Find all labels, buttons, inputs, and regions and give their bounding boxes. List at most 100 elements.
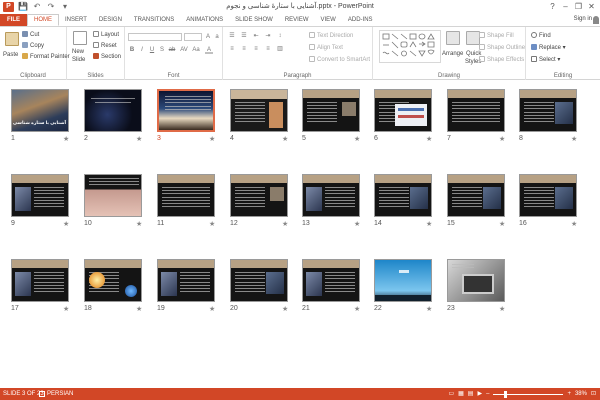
- slide-thumbnail[interactable]: [302, 174, 360, 217]
- slide-thumbnail[interactable]: [157, 89, 215, 132]
- customize-qat-icon[interactable]: ▾: [60, 2, 70, 12]
- tab-slide-show[interactable]: SLIDE SHOW: [229, 14, 279, 26]
- paste-button[interactable]: Paste: [3, 51, 18, 59]
- copy-button[interactable]: Copy: [22, 42, 44, 50]
- select-button[interactable]: Select ▾: [531, 56, 560, 64]
- slide-thumbnail[interactable]: [519, 89, 577, 132]
- layout-button[interactable]: Layout: [93, 31, 119, 39]
- underline-button[interactable]: U: [148, 46, 156, 54]
- slide-thumbnail[interactable]: [84, 259, 142, 302]
- shape-effects-button[interactable]: Shape Effects: [479, 56, 524, 64]
- justify-icon[interactable]: ≡: [264, 45, 272, 53]
- increase-indent-icon[interactable]: ⇥: [264, 32, 272, 40]
- transition-star-icon[interactable]: ★: [499, 220, 505, 228]
- bold-button[interactable]: B: [128, 46, 136, 54]
- grow-font-button[interactable]: A: [204, 33, 212, 41]
- transition-star-icon[interactable]: ★: [136, 305, 142, 313]
- transition-star-icon[interactable]: ★: [282, 305, 288, 313]
- cut-button[interactable]: Cut: [22, 31, 39, 39]
- transition-star-icon[interactable]: ★: [209, 305, 215, 313]
- tab-add-ins[interactable]: ADD-INS: [342, 14, 379, 26]
- convert-smartart-button[interactable]: Convert to SmartArt: [309, 56, 370, 64]
- language-indicator[interactable]: PERSIAN: [47, 388, 73, 400]
- slide-thumbnail[interactable]: [519, 174, 577, 217]
- zoom-thumb[interactable]: [504, 390, 508, 398]
- slide-thumbnail[interactable]: [11, 259, 69, 302]
- columns-icon[interactable]: ▥: [276, 45, 284, 53]
- arrange-button[interactable]: Arrange: [442, 50, 463, 58]
- slide-thumbnail[interactable]: [374, 174, 432, 217]
- transition-star-icon[interactable]: ★: [63, 220, 69, 228]
- tab-home[interactable]: HOME: [27, 14, 59, 26]
- proofing-icon[interactable]: [39, 391, 45, 397]
- format-painter-button[interactable]: Format Painter: [22, 53, 70, 61]
- tab-transitions[interactable]: TRANSITIONS: [128, 14, 180, 26]
- align-right-icon[interactable]: ≡: [252, 45, 260, 53]
- transition-star-icon[interactable]: ★: [499, 135, 505, 143]
- transition-star-icon[interactable]: ★: [354, 305, 360, 313]
- transition-star-icon[interactable]: ★: [571, 220, 577, 228]
- tab-review[interactable]: REVIEW: [279, 14, 315, 26]
- slide-thumbnail[interactable]: [84, 174, 142, 217]
- transition-star-icon[interactable]: ★: [426, 305, 432, 313]
- zoom-slider[interactable]: [493, 390, 564, 398]
- slide-thumbnail[interactable]: [11, 174, 69, 217]
- transition-star-icon[interactable]: ★: [571, 135, 577, 143]
- bullets-icon[interactable]: ☰: [228, 32, 236, 40]
- replace-button[interactable]: Replace ▾: [531, 44, 566, 52]
- font-color-button[interactable]: A: [205, 46, 213, 54]
- slide-thumbnail[interactable]: [230, 89, 288, 132]
- transition-star-icon[interactable]: ★: [282, 220, 288, 228]
- section-button[interactable]: Section: [93, 53, 121, 61]
- shrink-font-button[interactable]: a: [213, 33, 221, 41]
- slide-thumbnail[interactable]: [157, 259, 215, 302]
- slide-thumbnail[interactable]: [302, 259, 360, 302]
- transition-star-icon[interactable]: ★: [209, 220, 215, 228]
- redo-icon[interactable]: ↷: [46, 2, 56, 12]
- transition-star-icon[interactable]: ★: [426, 135, 432, 143]
- italic-button[interactable]: I: [138, 46, 146, 54]
- tab-view[interactable]: VIEW: [315, 14, 342, 26]
- shadow-button[interactable]: S: [158, 46, 166, 54]
- shape-fill-button[interactable]: Shape Fill: [479, 32, 514, 40]
- slide-thumbnail[interactable]: [230, 174, 288, 217]
- font-size-combo[interactable]: [184, 33, 202, 41]
- slide-thumbnail[interactable]: آشنایی با ستاره شناسی و نجوم: [11, 89, 69, 132]
- slide-thumbnail[interactable]: [447, 174, 505, 217]
- numbering-icon[interactable]: ☰: [240, 32, 248, 40]
- slide-thumbnail[interactable]: [302, 89, 360, 132]
- sign-in-link[interactable]: Sign in: [574, 16, 592, 22]
- undo-icon[interactable]: ↶: [32, 2, 42, 12]
- slide-thumbnail[interactable]: [374, 89, 432, 132]
- slide-thumbnail[interactable]: [230, 259, 288, 302]
- close-button[interactable]: ✕: [585, 1, 598, 12]
- slide-thumbnail[interactable]: [374, 259, 432, 302]
- transition-star-icon[interactable]: ★: [426, 220, 432, 228]
- restore-button[interactable]: ❐: [572, 1, 585, 12]
- shape-outline-button[interactable]: Shape Outline: [479, 44, 525, 52]
- case-button[interactable]: Aa: [192, 46, 200, 54]
- new-slide-button-label2[interactable]: Slide: [72, 56, 85, 64]
- slide-sorter-view-icon[interactable]: ▦: [458, 388, 464, 400]
- slide-thumbnail[interactable]: [84, 89, 142, 132]
- line-spacing-icon[interactable]: ↕: [276, 32, 284, 40]
- tab-animations[interactable]: ANIMATIONS: [180, 14, 229, 26]
- new-slide-button[interactable]: New: [72, 48, 84, 56]
- find-button[interactable]: Find: [531, 32, 551, 40]
- zoom-in-button[interactable]: +: [567, 388, 571, 400]
- zoom-level[interactable]: 38%: [575, 388, 587, 400]
- transition-star-icon[interactable]: ★: [354, 220, 360, 228]
- reset-button[interactable]: Reset: [93, 42, 117, 50]
- transition-star-icon[interactable]: ★: [354, 135, 360, 143]
- transition-star-icon[interactable]: ★: [136, 135, 142, 143]
- tab-insert[interactable]: INSERT: [59, 14, 93, 26]
- normal-view-icon[interactable]: ▭: [448, 388, 454, 400]
- transition-star-icon[interactable]: ★: [209, 135, 215, 143]
- strikethrough-button[interactable]: ab: [168, 46, 176, 54]
- save-icon[interactable]: 💾: [18, 2, 28, 12]
- spacing-button[interactable]: AV: [180, 46, 188, 54]
- shapes-gallery[interactable]: [379, 30, 441, 63]
- align-left-icon[interactable]: ≡: [228, 45, 236, 53]
- tab-design[interactable]: DESIGN: [93, 14, 128, 26]
- slideshow-view-icon[interactable]: ▶: [477, 388, 482, 400]
